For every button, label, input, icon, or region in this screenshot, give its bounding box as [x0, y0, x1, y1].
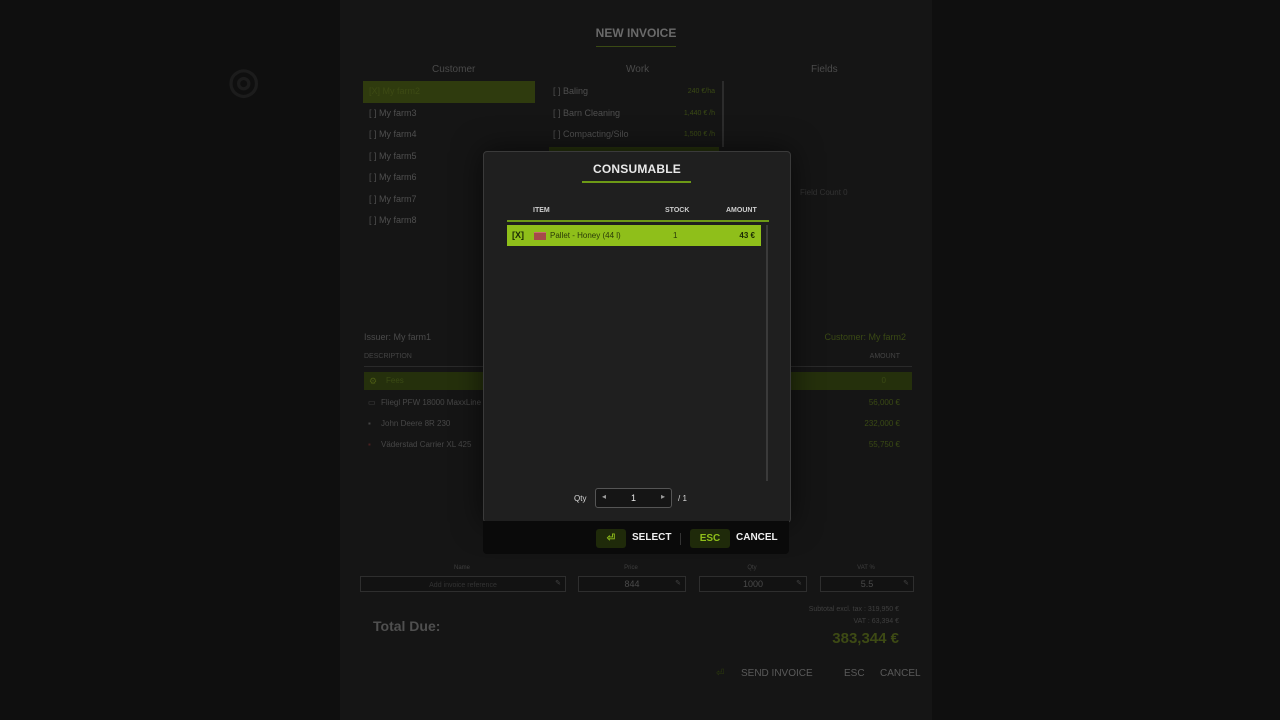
total-due-label: Total Due:: [373, 618, 441, 634]
column-work-header: Work: [626, 64, 650, 75]
column-fields-header: Fields: [811, 64, 838, 75]
enter-key-icon: ⏎: [596, 529, 626, 548]
description-label: Väderstad Carrier XL 425: [381, 440, 472, 449]
seeder-icon: ▪: [368, 440, 371, 449]
price-field-label: Price: [624, 565, 638, 571]
description-amount: 0: [881, 376, 886, 385]
issuer-label: Issuer: My farm1: [364, 332, 432, 342]
description-amount: 56,000 €: [868, 398, 900, 407]
vat-field-label: VAT %: [857, 565, 875, 571]
work-item[interactable]: [ ] Baling 240 €/ha: [549, 81, 721, 103]
select-button[interactable]: SELECT: [632, 532, 671, 543]
quantity-stepper[interactable]: ◂ 1 ▸: [595, 488, 672, 508]
grand-total: 383,344 €: [832, 630, 899, 647]
description-label: John Deere 8R 230: [381, 419, 451, 428]
qty-label: Qty: [574, 494, 587, 503]
header-divider: [507, 220, 769, 222]
vat-text: VAT : 63,394 €: [853, 618, 899, 625]
fee-icon: ⚙: [369, 376, 378, 386]
consumable-row[interactable]: [X] Pallet - Honey (44 l) 1 43 €: [507, 225, 761, 246]
ghost-logo-icon: ◎: [228, 60, 260, 101]
qty-max: / 1: [678, 494, 687, 503]
esc-key-label: ESC: [844, 668, 865, 679]
price-input-value: 844: [624, 579, 640, 589]
item-name: Pallet - Honey (44 l): [550, 231, 621, 240]
price-input[interactable]: 844 ✎: [578, 576, 686, 592]
work-scrollbar[interactable]: [722, 81, 724, 147]
item-stock: 1: [673, 231, 678, 240]
qty-field-label: Qty: [747, 565, 757, 571]
edit-pencil-icon: ✎: [675, 580, 681, 587]
vat-input[interactable]: 5.5 ✎: [820, 576, 914, 592]
name-input[interactable]: Add invoice reference ✎: [360, 576, 566, 592]
cancel-button[interactable]: CANCEL: [736, 532, 778, 543]
description-amount: 55,750 €: [868, 440, 900, 449]
increment-arrow-icon[interactable]: ▸: [661, 492, 665, 501]
work-item-label: [ ] Compacting/Silo: [553, 129, 629, 139]
amount-column-header: AMOUNT: [726, 207, 757, 214]
description-amount: 232,000 €: [864, 419, 900, 428]
edit-pencil-icon: ✎: [903, 580, 909, 587]
work-item-price: 1,500 € /h: [683, 131, 715, 138]
cancel-invoice-button[interactable]: CANCEL: [880, 668, 921, 679]
edit-pencil-icon: ✎: [555, 580, 561, 587]
name-input-placeholder: Add invoice reference: [429, 582, 497, 589]
list-scrollbar[interactable]: [766, 225, 768, 481]
work-item-price: 240 €/ha: [687, 88, 715, 95]
item-amount: 43 €: [739, 231, 755, 240]
description-label: Fliegl PFW 18000 MaxxLine: [381, 398, 482, 407]
work-item-label: [ ] Baling: [553, 86, 589, 96]
name-field-label: Name: [453, 565, 470, 571]
field-hint: Field Count 0: [800, 188, 848, 197]
work-item[interactable]: [ ] Barn Cleaning 1,440 € /h: [549, 103, 721, 125]
send-key-icon: ⏎: [716, 668, 725, 679]
tractor-icon: ▪: [368, 419, 371, 428]
qty-input-value: 1000: [742, 579, 764, 589]
column-customer-header: Customer: [432, 64, 476, 75]
subtotal-text: Subtotal excl. tax : 319,950 €: [808, 606, 899, 613]
row-checkbox[interactable]: [X]: [512, 230, 524, 240]
work-item-label: [ ] Barn Cleaning: [553, 107, 621, 118]
vat-input-value: 5.5: [860, 579, 874, 589]
customer-item[interactable]: [ ] My farm3: [363, 103, 535, 125]
edit-pencil-icon: ✎: [796, 580, 802, 587]
amount-header: AMOUNT: [869, 353, 900, 360]
title-underline: [582, 181, 691, 183]
dialog-button-bar: ⏎ SELECT ESC CANCEL: [483, 521, 789, 554]
quantity-value: 1: [630, 493, 636, 503]
customer-item[interactable]: [X] My farm2: [363, 81, 535, 103]
work-item[interactable]: [ ] Compacting/Silo 1,500 € /h: [549, 124, 721, 146]
pallet-icon: [534, 232, 546, 240]
description-header: DESCRIPTION: [364, 353, 412, 360]
button-separator: [680, 533, 681, 545]
customer-item[interactable]: [ ] My farm4: [363, 124, 535, 146]
truck-icon: ▭: [368, 398, 376, 407]
work-item-price: 1,440 € /h: [683, 109, 715, 117]
dialog-title: CONSUMABLE: [593, 162, 681, 176]
description-label: Fees: [386, 376, 404, 385]
consumable-dialog: CONSUMABLE ITEM STOCK AMOUNT [X] Pallet …: [483, 151, 791, 523]
invoice-title: NEW INVOICE: [340, 26, 932, 47]
esc-key-label: ESC: [690, 529, 730, 548]
item-column-header: ITEM: [533, 207, 550, 214]
work-list: [ ] Baling 240 €/ha [ ] Barn Cleaning 1,…: [549, 81, 721, 146]
consumable-list: [X] Pallet - Honey (44 l) 1 43 €: [507, 225, 762, 481]
send-invoice-button[interactable]: SEND INVOICE: [741, 668, 813, 679]
stock-column-header: STOCK: [665, 207, 690, 214]
customer-summary-label: Customer: My farm2: [824, 332, 906, 342]
qty-input[interactable]: 1000 ✎: [699, 576, 807, 592]
